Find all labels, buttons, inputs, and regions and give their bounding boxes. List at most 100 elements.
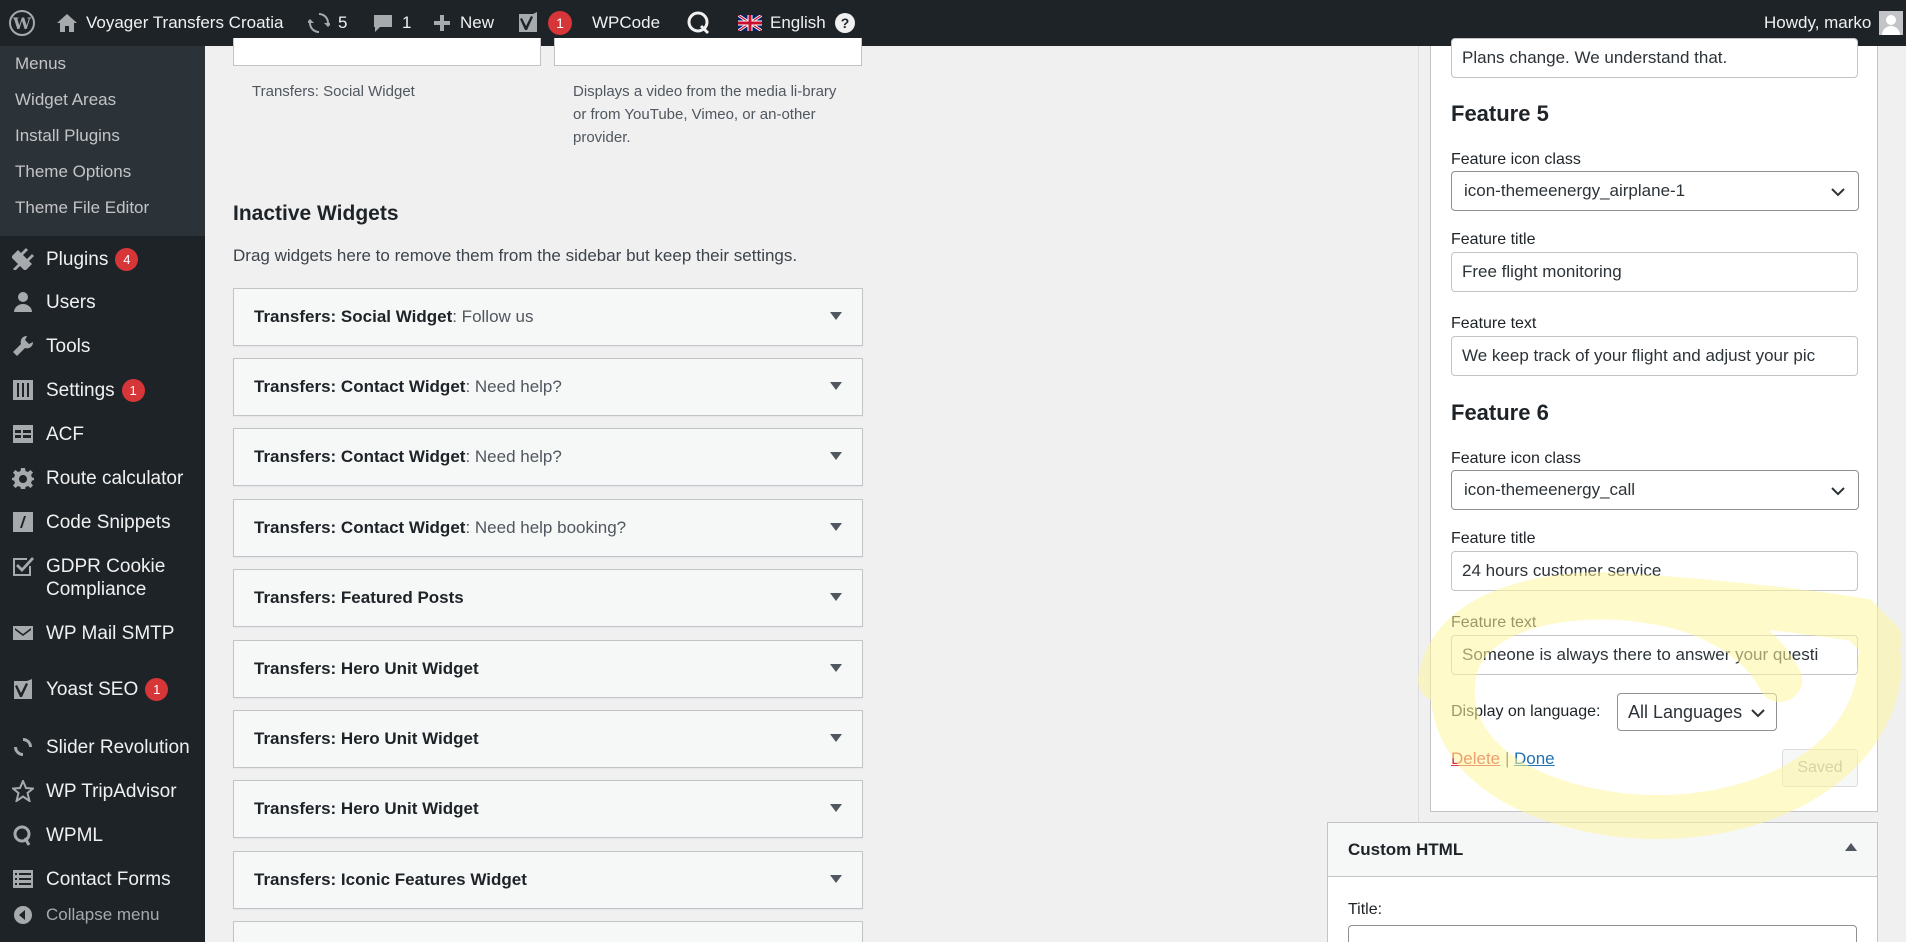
feature-6-text-input[interactable]: Someone is always there to answer your q… xyxy=(1451,635,1858,675)
inactive-widget-row[interactable]: Transfers: Contact Widget: Need help? xyxy=(233,358,863,416)
widget-title: Transfers: Featured Posts xyxy=(254,588,464,607)
appearance-submenu: Menus Widget Areas Install Plugins Theme… xyxy=(0,46,205,236)
saved-button[interactable]: Saved xyxy=(1782,749,1858,787)
feature-5-text-input[interactable]: We keep track of your flight and adjust … xyxy=(1451,336,1858,376)
sidebar-item-label: Yoast SEO xyxy=(46,679,139,700)
custom-html-title: Custom HTML xyxy=(1348,839,1464,859)
language-label: English xyxy=(770,13,826,32)
comment-icon xyxy=(374,15,392,32)
collapse-menu-button[interactable]: Collapse menu xyxy=(0,904,205,926)
sidebar-item-label: Settings xyxy=(46,380,115,401)
sidebar-item-label: Users xyxy=(46,292,96,313)
link-separator: | xyxy=(1505,749,1510,768)
refresh-icon xyxy=(308,13,330,33)
home-icon xyxy=(57,14,77,32)
sidebar-item-gdpr-cookie-compliance[interactable]: GDPR Cookie Compliance xyxy=(0,555,205,601)
sidebar-item-wpml[interactable]: WPML xyxy=(0,824,205,847)
submenu-install-plugins[interactable]: Install Plugins xyxy=(15,126,120,146)
sidebar-item-tools[interactable]: Tools xyxy=(0,335,205,358)
inactive-widgets-title: Inactive Widgets xyxy=(233,202,399,225)
star-icon xyxy=(0,780,46,802)
sidebar-item-plugins[interactable]: Plugins 4 xyxy=(0,248,205,272)
feature-5-title-input[interactable]: Free flight monitoring xyxy=(1451,252,1858,292)
yoast-icon xyxy=(0,678,46,700)
sidebar-item-label: WPML xyxy=(46,825,103,846)
widget-title: Transfers: Hero Unit Widget xyxy=(254,659,479,678)
sidebar-item-wp-mail-smtp[interactable]: WP Mail SMTP xyxy=(0,622,205,645)
sidebar-item-slider-revolution[interactable]: Slider Revolution xyxy=(0,736,205,759)
submenu-theme-options[interactable]: Theme Options xyxy=(15,162,131,182)
feature-6-icon-value: icon-themeenergy_call xyxy=(1464,480,1636,499)
inactive-widget-row[interactable]: Transfers: Hero Unit Widget xyxy=(233,710,863,768)
inactive-widget-row[interactable] xyxy=(233,921,863,942)
wpcode-label: WPCode xyxy=(592,13,661,32)
feature-5-heading: Feature 5 xyxy=(1451,101,1549,126)
feature-5-text-label: Feature text xyxy=(1451,315,1537,332)
expand-arrow-icon[interactable] xyxy=(830,593,842,601)
inactive-widget-row[interactable]: Transfers: Social Widget: Follow us xyxy=(233,288,863,346)
available-widget-video[interactable] xyxy=(554,38,862,66)
expand-arrow-icon[interactable] xyxy=(830,523,842,531)
widget-title: Transfers: Contact Widget xyxy=(254,447,466,466)
available-widget-social[interactable] xyxy=(233,38,541,66)
feature-5-icon-select[interactable]: icon-themeenergy_airplane-1 xyxy=(1451,171,1859,211)
sidebar-item-label: GDPR Cookie Compliance xyxy=(46,556,166,600)
settings-badge: 1 xyxy=(121,379,145,403)
inactive-widget-row[interactable]: Transfers: Hero Unit Widget xyxy=(233,780,863,838)
expand-arrow-icon[interactable] xyxy=(830,664,842,672)
done-link[interactable]: Done xyxy=(1514,749,1555,769)
yoast-badge: 1 xyxy=(548,11,572,35)
sidebar-item-label: Plugins xyxy=(46,249,109,270)
sidebar-item-settings[interactable]: Settings 1 xyxy=(0,379,205,403)
yoast-icon xyxy=(519,12,537,32)
sidebar-item-code-snippets[interactable]: Code Snippets xyxy=(0,511,205,534)
inactive-widget-row[interactable]: Transfers: Contact Widget: Need help boo… xyxy=(233,499,863,557)
display-language-select[interactable]: All Languages xyxy=(1617,693,1777,731)
custom-html-header[interactable]: Custom HTML xyxy=(1328,823,1877,877)
sidebar-item-acf[interactable]: ACF xyxy=(0,423,205,446)
sidebar-item-label: Route calculator xyxy=(46,468,184,489)
sidebar-item-label: Code Snippets xyxy=(46,512,171,533)
greeting: Howdy, marko xyxy=(1764,13,1872,32)
submenu-widget-areas[interactable]: Widget Areas xyxy=(15,90,116,110)
form-list-icon xyxy=(0,868,46,890)
feature-6-title-input[interactable]: 24 hours customer service xyxy=(1451,551,1858,591)
inactive-widget-row[interactable]: Transfers: Hero Unit Widget xyxy=(233,640,863,698)
custom-html-widget: Custom HTML Title: xyxy=(1327,822,1878,942)
chevron-down-icon xyxy=(1831,487,1845,496)
expand-arrow-icon[interactable] xyxy=(830,452,842,460)
expand-arrow-icon[interactable] xyxy=(830,382,842,390)
feature-6-icon-select[interactable]: icon-themeenergy_call xyxy=(1451,470,1859,510)
sidebar-item-label: WP TripAdvisor xyxy=(46,781,177,802)
expand-arrow-icon[interactable] xyxy=(830,804,842,812)
sidebar-item-route-calculator[interactable]: Route calculator xyxy=(0,467,205,490)
inactive-widget-row[interactable]: Transfers: Iconic Features Widget xyxy=(233,851,863,909)
inactive-widget-row[interactable]: Transfers: Featured Posts xyxy=(233,569,863,627)
chevron-down-icon xyxy=(1831,188,1845,197)
feature-6-title-label: Feature title xyxy=(1451,530,1536,547)
custom-html-title-input[interactable] xyxy=(1348,925,1857,942)
expand-arrow-icon[interactable] xyxy=(830,734,842,742)
collapse-arrow-icon[interactable] xyxy=(1845,843,1857,851)
inactive-widget-row[interactable]: Transfers: Contact Widget: Need help? xyxy=(233,428,863,486)
expand-arrow-icon[interactable] xyxy=(830,875,842,883)
submenu-theme-file-editor[interactable]: Theme File Editor xyxy=(15,198,149,218)
sidebar-item-wp-tripadvisor[interactable]: WP TripAdvisor xyxy=(0,780,205,803)
widget-title: Transfers: Social Widget xyxy=(254,307,453,326)
wordpress-logo-icon[interactable]: W xyxy=(8,0,36,46)
sidebar-item-users[interactable]: Users xyxy=(0,291,205,314)
mail-icon xyxy=(0,622,46,644)
custom-html-title-label: Title: xyxy=(1348,901,1383,918)
submenu-menus[interactable]: Menus xyxy=(15,54,66,74)
feature-4-text-input[interactable]: Plans change. We understand that. xyxy=(1451,38,1858,78)
delete-widget-link[interactable]: Delete xyxy=(1451,749,1500,769)
updates-count: 5 xyxy=(338,13,348,32)
sidebar-item-yoast-seo[interactable]: Yoast SEO 1 xyxy=(0,678,205,702)
gear-icon xyxy=(0,467,46,489)
widget-title: Transfers: Iconic Features Widget xyxy=(254,870,527,889)
feature-5-icon-value: icon-themeenergy_airplane-1 xyxy=(1464,181,1686,200)
inactive-widgets-description: Drag widgets here to remove them from th… xyxy=(233,246,798,265)
widget-subtitle: : Need help booking? xyxy=(465,518,627,537)
sidebar-item-contact-forms[interactable]: Contact Forms xyxy=(0,868,205,891)
expand-arrow-icon[interactable] xyxy=(830,312,842,320)
